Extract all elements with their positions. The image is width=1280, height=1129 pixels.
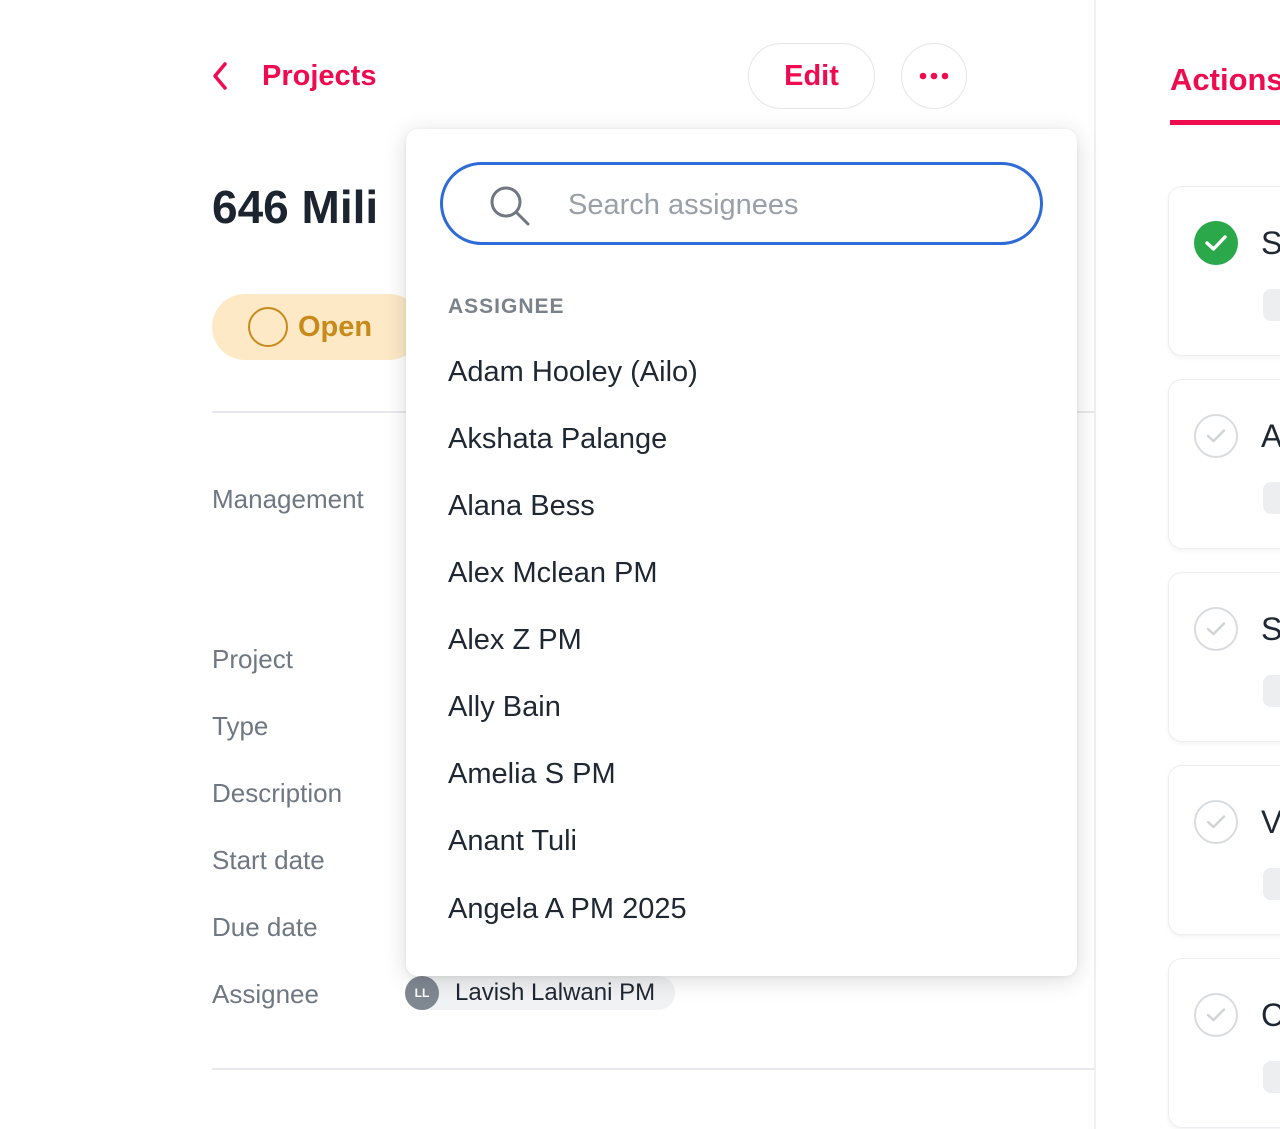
chevron-left-icon bbox=[206, 62, 234, 90]
assignee-option[interactable]: Ally Bain bbox=[448, 682, 1038, 732]
field-label-description: Description bbox=[212, 778, 343, 808]
field-label-management: Management bbox=[212, 484, 364, 514]
more-options-button[interactable] bbox=[901, 43, 967, 109]
action-card-title: S bbox=[1261, 611, 1280, 647]
status-label: Open bbox=[298, 310, 373, 343]
assignee-dropdown: ASSIGNEE Adam Hooley (Ailo) Akshata Pala… bbox=[406, 129, 1077, 976]
checkmark-pending-icon[interactable] bbox=[1194, 993, 1238, 1037]
action-card-title: C bbox=[1261, 997, 1280, 1033]
action-card-tag bbox=[1263, 868, 1280, 900]
checkmark-pending-icon[interactable] bbox=[1194, 607, 1238, 651]
checkmark-pending-icon[interactable] bbox=[1194, 800, 1238, 844]
action-card-title: S bbox=[1261, 225, 1280, 261]
action-card-tag bbox=[1263, 482, 1280, 514]
back-to-projects-link[interactable]: Projects bbox=[206, 52, 376, 100]
action-card-title: A bbox=[1261, 418, 1280, 454]
action-card-title: V bbox=[1261, 804, 1280, 840]
assignee-option[interactable]: Alex Mclean PM bbox=[448, 548, 1038, 598]
avatar: LL bbox=[405, 976, 439, 1010]
action-card[interactable]: V bbox=[1168, 765, 1280, 935]
assignee-name: Lavish Lalwani PM bbox=[455, 979, 656, 1006]
tab-actions[interactable]: Actions bbox=[1170, 62, 1280, 98]
field-label-start-date: Start date bbox=[212, 845, 325, 875]
back-link-label: Projects bbox=[262, 59, 377, 92]
search-icon bbox=[487, 183, 533, 229]
field-label-due-date: Due date bbox=[212, 912, 318, 942]
assignee-option[interactable]: Adam Hooley (Ailo) bbox=[448, 347, 1038, 397]
action-card[interactable]: A bbox=[1168, 379, 1280, 549]
page-title: 646 Mili bbox=[212, 181, 379, 233]
open-status-icon bbox=[248, 307, 288, 347]
assignee-chip[interactable]: LL Lavish Lalwani PM bbox=[405, 976, 676, 1010]
action-card[interactable]: C bbox=[1168, 958, 1280, 1128]
edit-button[interactable]: Edit bbox=[748, 43, 875, 109]
assignee-option[interactable]: Alex Z PM bbox=[448, 615, 1038, 665]
action-card-tag bbox=[1263, 289, 1280, 321]
section-divider bbox=[212, 1068, 1094, 1070]
ellipsis-icon bbox=[919, 67, 949, 85]
action-card-tag bbox=[1263, 1061, 1280, 1093]
field-label-type: Type bbox=[212, 711, 269, 741]
search-box[interactable] bbox=[440, 162, 1043, 245]
field-label-project: Project bbox=[212, 644, 293, 674]
active-tab-indicator bbox=[1170, 120, 1280, 125]
assignee-option[interactable]: Anant Tuli bbox=[448, 816, 1038, 866]
assignee-section-label: ASSIGNEE bbox=[448, 295, 565, 318]
assignee-option[interactable]: Amelia S PM bbox=[448, 749, 1038, 799]
action-card-tag bbox=[1263, 675, 1280, 707]
status-badge[interactable]: Open bbox=[212, 294, 422, 360]
search-assignees-input[interactable] bbox=[568, 183, 1018, 227]
field-label-assignee: Assignee bbox=[212, 979, 319, 1009]
assignee-option[interactable]: Akshata Palange bbox=[448, 414, 1038, 464]
checkmark-done-icon[interactable] bbox=[1194, 221, 1238, 265]
assignee-option[interactable]: Angela A PM 2025 bbox=[448, 884, 1038, 934]
checkmark-pending-icon[interactable] bbox=[1194, 414, 1238, 458]
assignee-option[interactable]: Alana Bess bbox=[448, 481, 1038, 531]
column-divider bbox=[1094, 0, 1096, 1129]
action-card[interactable]: S bbox=[1168, 186, 1280, 356]
action-card[interactable]: S bbox=[1168, 572, 1280, 742]
